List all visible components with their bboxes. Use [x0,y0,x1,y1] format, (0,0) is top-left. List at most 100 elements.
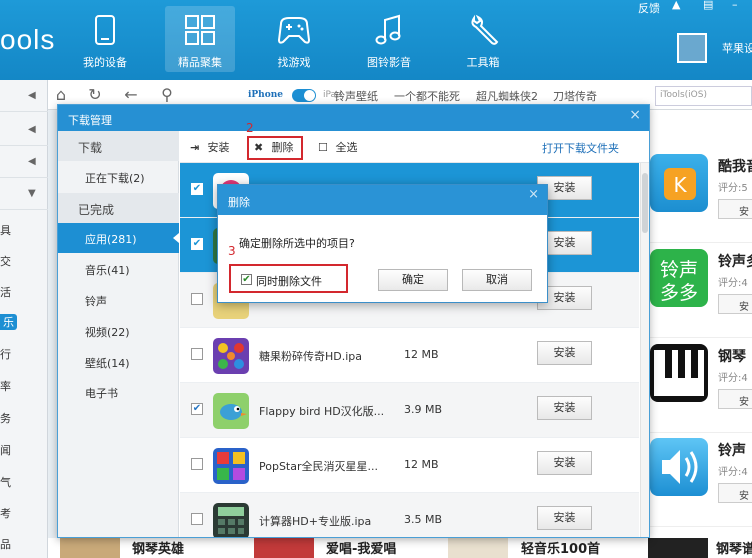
svg-text:铃声: 铃声 [660,259,698,281]
category-item[interactable]: 考 [0,505,11,521]
sidebar-item-videos[interactable]: 视频(22) [58,316,179,346]
app-file-name: Flappy bird HD汉化版... [259,405,385,418]
device-toggle[interactable] [292,89,316,102]
category-item[interactable]: 交 [0,253,11,269]
row-checkbox[interactable] [191,293,203,305]
scrollbar-thumb[interactable] [642,173,648,233]
row-checkbox[interactable]: ✔ [191,183,203,195]
sidebar-item-ringtones[interactable]: 铃声 [58,285,179,315]
install-button[interactable]: 安 [718,389,752,409]
shirt-icon[interactable]: ▲ [672,0,680,11]
category-item[interactable]: 活 [0,284,11,300]
annotation-step-3: 3 [228,244,236,258]
category-item[interactable]: 率 [0,378,11,394]
row-checkbox[interactable] [191,348,203,360]
bottom-app-name[interactable]: 爱唱-我爱唱 [326,538,396,557]
file-size: 3.9 MB [404,403,443,416]
category-item[interactable]: 气 [0,474,11,490]
row-checkbox[interactable]: ✔ [191,238,203,250]
install-button[interactable]: ⇥ 安装 [190,139,230,155]
user-name: 苹果设 [722,42,752,55]
row-checkbox[interactable]: ✔ [191,403,203,415]
close-icon[interactable]: × [528,187,539,202]
list-item[interactable]: 计算器HD+专业版.ipa 3.5 MB 安装 [180,493,639,537]
completed-section-header[interactable]: 已完成 [58,193,179,223]
candy-crush-app-icon [213,338,249,374]
flappy-bird-app-icon [213,393,249,429]
category-item[interactable]: 具 [0,222,11,238]
chevron-left-icon[interactable]: ◀ [28,90,36,101]
nav-my-device[interactable]: 我的设备 [70,6,140,72]
list-item[interactable]: ✔ Flappy bird HD汉化版... 3.9 MB 安装 [180,383,639,438]
search-input[interactable]: iTools(iOS) [655,86,752,106]
cancel-button[interactable]: 取消 [462,269,532,291]
close-icon[interactable]: × [629,107,641,123]
app-card[interactable]: K 酷我音 评分:5 安 [650,148,752,243]
bottom-app-name[interactable]: 钢琴谱 [716,538,752,557]
chevron-left-icon[interactable]: ◀ [28,124,36,135]
minimize-icon[interactable]: – [732,0,738,11]
sidebar-item-apps[interactable]: 应用(281) [58,223,179,253]
row-checkbox[interactable] [191,513,203,525]
nav-media[interactable]: 图铃影音 [354,6,424,72]
bottom-app-name[interactable]: 钢琴英雄 [132,538,184,557]
select-all-label: 全选 [335,141,358,154]
app-score: 评分:4 [718,467,748,478]
list-scrollbar[interactable] [640,163,649,537]
refresh-icon[interactable]: ↻ [86,86,104,104]
chevron-left-icon[interactable]: ◀ [28,156,36,167]
install-button[interactable]: 安 [718,483,752,503]
category-item[interactable]: 品 [0,536,11,552]
install-button[interactable]: 安 [718,294,752,314]
open-download-folder-link[interactable]: 打开下载文件夹 [542,140,619,156]
hot-link[interactable]: 一个都不能死 [394,88,460,104]
row-checkbox[interactable] [191,458,203,470]
svg-text:K: K [673,173,687,197]
speaker-app-icon [650,438,708,496]
ok-button[interactable]: 确定 [378,269,448,291]
list-item[interactable]: PopStar全民消灭星星... 12 MB 安装 [180,438,639,493]
feedback-link[interactable]: 反馈 [638,0,660,16]
search-icon[interactable]: ⚲ [158,86,176,104]
nav-label: 找游戏 [277,56,311,69]
logo: ools [0,24,56,55]
app-card[interactable]: 铃声多多 铃声多 评分:4 安 [650,243,752,338]
nav-label: 精品聚集 [178,56,222,69]
list-item[interactable]: 糖果粉碎传奇HD.ipa 12 MB 安装 [180,328,639,383]
iphone-label: iPhone [248,90,284,100]
hot-link[interactable]: 刀塔传奇 [553,88,597,104]
home-icon[interactable]: ⌂ [52,86,70,104]
install-icon: ⇥ [190,141,200,154]
install-button[interactable]: 安装 [537,506,592,530]
install-button[interactable]: 安装 [537,341,592,365]
bottom-app-name[interactable]: 轻音乐100首 [521,538,600,557]
download-section-header[interactable]: 下载 [58,131,179,161]
app-card[interactable]: 铃声 评分:4 安 [650,432,752,527]
app-thumbnail [448,538,508,558]
back-arrow-icon[interactable]: ← [122,86,140,104]
left-category-strip: ◀ ◀ ◀ ▼ 具 交 活 乐 行 率 务 闻 气 考 品 [0,80,48,558]
install-button[interactable]: 安装 [537,396,592,420]
app-name: 铃声多 [718,254,752,270]
category-item[interactable]: 务 [0,410,11,426]
sidebar-item-downloading[interactable]: 正在下载(2) [58,162,179,192]
category-item[interactable]: 行 [0,346,11,362]
sidebar-item-music[interactable]: 音乐(41) [58,254,179,284]
nav-games[interactable]: 找游戏 [259,6,329,72]
sidebar-item-wallpapers[interactable]: 壁纸(14) [58,347,179,377]
hot-link[interactable]: 铃声壁纸 [334,88,378,104]
select-all-button[interactable]: ☐ 全选 [318,139,358,155]
install-button[interactable]: 安装 [537,451,592,475]
chevron-down-icon[interactable]: ▼ [28,188,36,199]
avatar[interactable] [677,33,707,63]
nav-featured[interactable]: 精品聚集 [165,6,235,72]
sidebar-item-ebooks[interactable]: 电子书 [58,377,179,407]
hot-link[interactable]: 超凡蜘蛛侠2 [476,88,538,104]
dialog-title: 下载管理 [58,105,649,131]
app-card[interactable]: 钢琴 评分:4 安 [650,338,752,433]
category-item-selected[interactable]: 乐 [0,314,17,330]
window-menu-icon[interactable]: ▤ [703,0,713,11]
category-item[interactable]: 闻 [0,442,11,458]
nav-toolbox[interactable]: 工具箱 [448,6,518,72]
install-button[interactable]: 安 [718,199,752,219]
